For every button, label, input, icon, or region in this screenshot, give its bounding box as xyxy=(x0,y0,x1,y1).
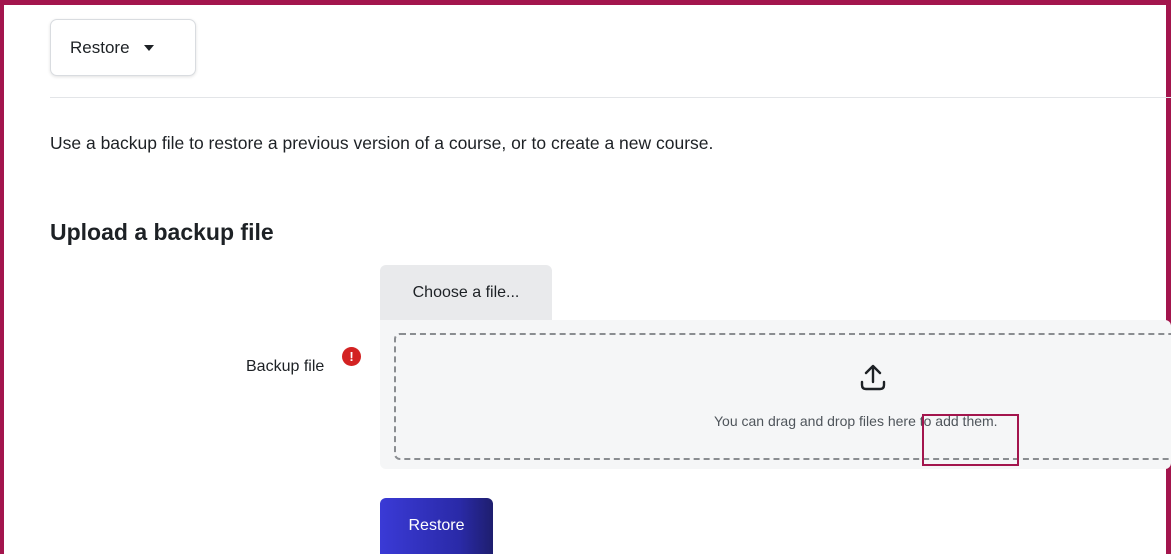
restore-action-dropdown[interactable]: Restore xyxy=(50,19,196,76)
intro-text: Use a backup file to restore a previous … xyxy=(50,133,714,153)
choose-file-button[interactable]: Choose a file... xyxy=(380,265,552,320)
highlight-frame xyxy=(0,0,1171,554)
restore-submit-button[interactable]: Restore xyxy=(380,498,493,554)
required-exclamation-icon: ! xyxy=(342,347,361,366)
section-heading: Upload a backup file xyxy=(50,219,274,245)
restore-action-label: Restore xyxy=(70,37,130,57)
backup-file-label: Backup file xyxy=(246,358,325,375)
upload-icon xyxy=(860,364,886,391)
file-drop-zone[interactable] xyxy=(394,333,1171,460)
divider xyxy=(50,97,1171,98)
caret-down-icon xyxy=(143,44,154,51)
highlight-box xyxy=(922,414,1019,466)
